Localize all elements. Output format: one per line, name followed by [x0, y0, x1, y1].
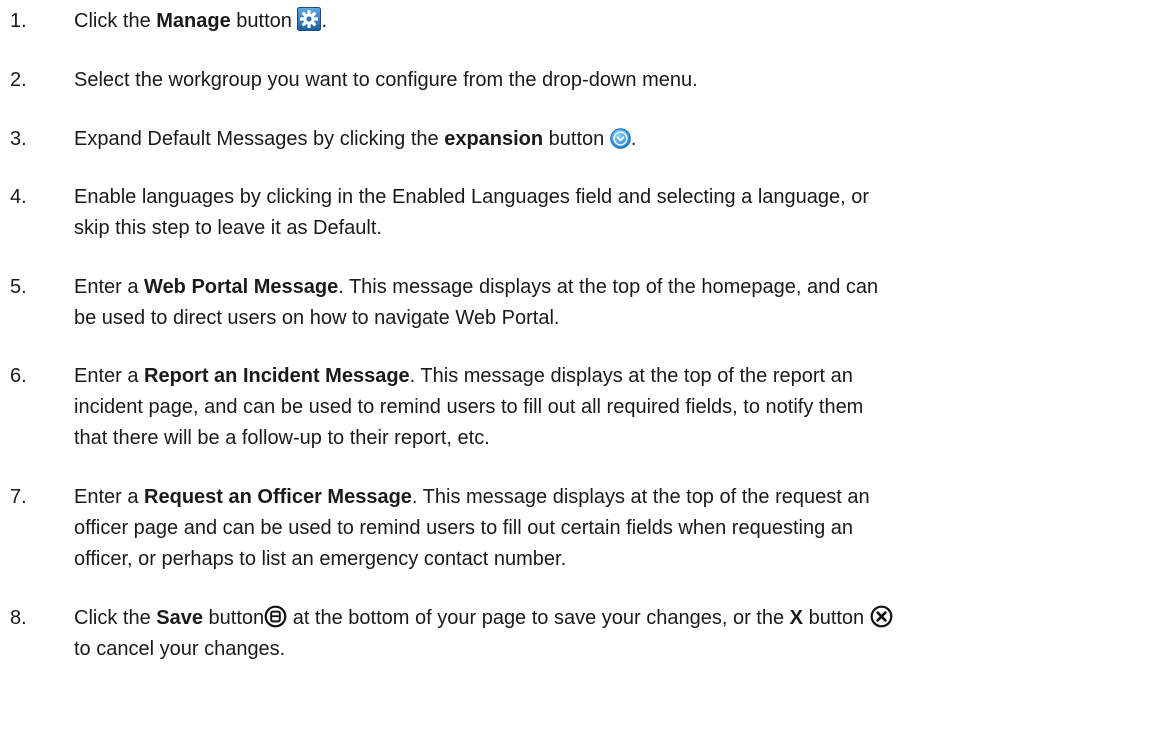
text-run: Expand Default Messages by clicking the [74, 128, 445, 150]
step-number: 8. [10, 607, 27, 629]
text-run: . This message displays at the top of th… [338, 276, 879, 298]
bold-term: Web Portal Message [144, 276, 339, 298]
step-number: 5. [10, 276, 27, 298]
text-run: Enter a [74, 276, 145, 298]
text-run: at the bottom of your page to save your … [287, 607, 790, 629]
text-run: incident page, and can be used to remind… [74, 396, 864, 418]
step-text: Select the workgroup you want to configu… [74, 65, 1164, 96]
save-circle-icon [264, 605, 287, 628]
step-text: Expand Default Messages by clicking the … [74, 124, 1164, 155]
text-run: skip this step to leave it as Default. [74, 217, 382, 239]
bold-term: Manage [156, 10, 231, 32]
step-text: Enter a Web Portal Message. This message… [74, 272, 1164, 334]
step-number: 6. [10, 365, 27, 387]
manage-gear-icon [297, 7, 322, 31]
step-text: Click the Manage button . [74, 6, 1164, 37]
step-number: 7. [10, 486, 27, 508]
text-run: . This message displays at the top of th… [411, 486, 870, 508]
expansion-chevron-icon [610, 128, 631, 149]
instruction-steps: 1. Click the Manage button . 2. Select t… [0, 0, 1174, 754]
step-text: Enable languages by clicking in the Enab… [74, 182, 1164, 244]
text-run: . [321, 10, 327, 32]
text-run: officer page and can be used to remind u… [74, 517, 853, 539]
text-run: button [543, 128, 610, 150]
text-run: that there will be a follow-up to their … [74, 427, 490, 449]
bold-term: Report an Incident Message [144, 365, 410, 387]
text-run: Enter a [74, 486, 145, 508]
bold-term: expansion [444, 128, 544, 150]
bold-term: X [789, 607, 804, 629]
text-run: button [202, 607, 265, 629]
step-text: Enter a Request an Officer Message. This… [74, 482, 1164, 575]
step-text: Click the Save button at the bottom of y… [74, 603, 1164, 665]
text-run: button [803, 607, 870, 629]
bold-term: Save [156, 607, 203, 629]
cancel-x-circle-icon [870, 605, 893, 628]
text-run: Select the workgroup you want to configu… [74, 69, 698, 91]
step-number: 1. [10, 10, 27, 32]
text-run: . This message displays at the top of th… [409, 365, 853, 387]
text-run: Click the [74, 10, 157, 32]
step-number: 4. [10, 186, 27, 208]
text-run: button [230, 10, 298, 32]
step-number: 2. [10, 69, 27, 91]
text-run: to cancel your changes. [74, 638, 286, 660]
text-run: Click the [74, 607, 157, 629]
text-run: Enable languages by clicking in the Enab… [74, 186, 870, 208]
bold-term: Request an Officer Message [144, 486, 412, 508]
step-text: Enter a Report an Incident Message. This… [74, 361, 1164, 454]
text-run: officer, or perhaps to list an emergency… [74, 548, 567, 570]
step-number: 3. [10, 128, 27, 150]
text-run: Enter a [74, 365, 145, 387]
text-run: be used to direct users on how to naviga… [74, 307, 560, 329]
text-run: . [630, 128, 637, 150]
